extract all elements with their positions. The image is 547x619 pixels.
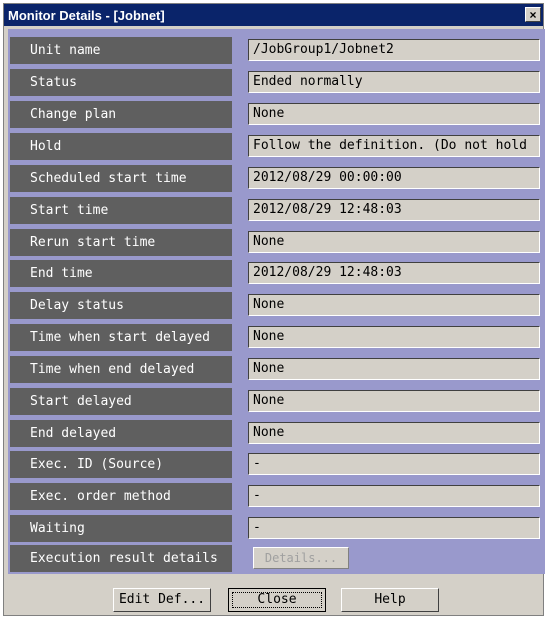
detail-label: End delayed (10, 420, 232, 447)
detail-value-field[interactable]: None (248, 390, 540, 412)
detail-row: Rerun start time None (8, 227, 545, 258)
help-label: Help (374, 592, 406, 607)
detail-label: Start delayed (10, 388, 232, 415)
detail-row: Hold Follow the definition. (Do not hold (8, 131, 545, 162)
edit-def-label: Edit Def... (118, 592, 206, 607)
detail-label: Time when start delayed (10, 324, 232, 351)
detail-label: Delay status (10, 292, 232, 319)
close-icon[interactable]: × (525, 7, 541, 22)
edit-def-button[interactable]: Edit Def... (113, 588, 211, 612)
detail-row: Exec. ID (Source) - (8, 449, 545, 480)
title-bar: Monitor Details - [Jobnet] × (4, 4, 543, 26)
detail-value-field[interactable]: None (248, 422, 540, 444)
detail-value-field[interactable]: 2012/08/29 12:48:03 (248, 262, 540, 284)
detail-row: Scheduled start time 2012/08/29 00:00:00 (8, 163, 545, 194)
detail-row: Exec. order method - (8, 481, 545, 512)
detail-value-field[interactable]: None (248, 294, 540, 316)
detail-label: Rerun start time (10, 229, 232, 256)
detail-value-field[interactable]: None (248, 231, 540, 253)
help-button[interactable]: Help (341, 588, 439, 612)
detail-row: Start time 2012/08/29 12:48:03 (8, 195, 545, 226)
detail-row: Delay status None (8, 290, 545, 321)
detail-label: Status (10, 69, 232, 96)
detail-value-field[interactable]: Follow the definition. (Do not hold (248, 135, 540, 157)
detail-row: Time when start delayed None (8, 322, 545, 353)
detail-label: Waiting (10, 515, 232, 542)
close-label: Close (232, 592, 322, 608)
detail-row: End delayed None (8, 418, 545, 449)
close-button[interactable]: Close (228, 588, 326, 612)
detail-value-field[interactable]: - (248, 485, 540, 507)
detail-value-field[interactable]: - (248, 517, 540, 539)
detail-label: Change plan (10, 101, 232, 128)
detail-value-field[interactable]: /JobGroup1/Jobnet2 (248, 39, 540, 61)
detail-value-field[interactable]: 2012/08/29 12:48:03 (248, 199, 540, 221)
detail-value-field[interactable]: None (248, 326, 540, 348)
execution-result-row: Execution result details Details... (8, 543, 545, 574)
detail-value-field[interactable]: 2012/08/29 00:00:00 (248, 167, 540, 189)
detail-row: Start delayed None (8, 386, 545, 417)
detail-value-field[interactable]: None (248, 358, 540, 380)
execution-result-label: Execution result details (10, 545, 232, 572)
detail-label: Scheduled start time (10, 165, 232, 192)
detail-row: Unit name /JobGroup1/Jobnet2 (8, 35, 545, 66)
detail-value-field[interactable]: None (248, 103, 540, 125)
detail-row: Change plan None (8, 99, 545, 130)
detail-row: Time when end delayed None (8, 354, 545, 385)
detail-row: End time 2012/08/29 12:48:03 (8, 258, 545, 289)
detail-label: Exec. order method (10, 483, 232, 510)
detail-value-field[interactable]: - (248, 453, 540, 475)
detail-value-field[interactable]: Ended normally (248, 71, 540, 93)
detail-label: Unit name (10, 37, 232, 64)
details-panel: Unit name /JobGroup1/Jobnet2 Status Ende… (8, 29, 545, 574)
detail-label: Exec. ID (Source) (10, 451, 232, 478)
window-title: Monitor Details - [Jobnet] (8, 8, 165, 23)
detail-row: Status Ended normally (8, 67, 545, 98)
detail-row: Waiting - (8, 513, 545, 544)
details-button[interactable]: Details... (253, 547, 349, 569)
detail-label: Time when end delayed (10, 356, 232, 383)
detail-label: Start time (10, 197, 232, 224)
detail-label: Hold (10, 133, 232, 160)
detail-label: End time (10, 260, 232, 287)
